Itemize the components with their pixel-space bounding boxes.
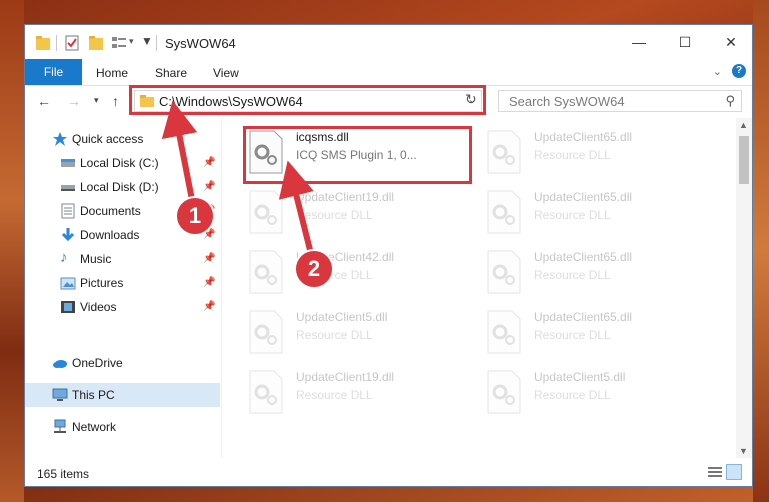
step-badge-1: 1 [175, 196, 215, 236]
annotation-arrows [161, 100, 318, 264]
step-badge-2: 2 [294, 249, 334, 289]
